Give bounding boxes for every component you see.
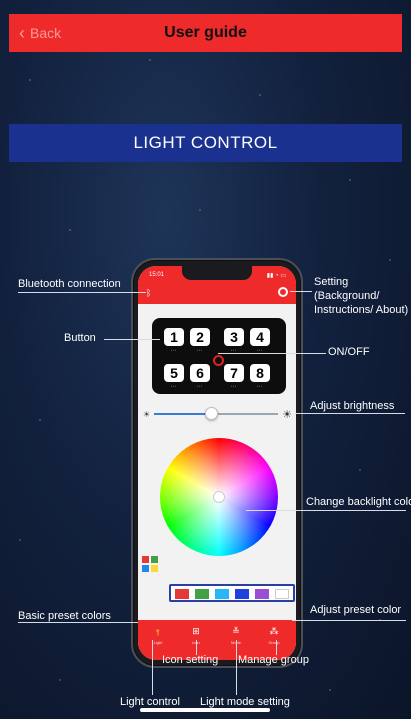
annotation-bluetooth: Bluetooth connection <box>18 278 121 290</box>
light-mode-icon: ≚ <box>232 626 240 636</box>
leader-line <box>246 510 406 511</box>
preset-color-swatch <box>235 589 249 599</box>
annotation-manage-group: Manage group <box>238 654 309 666</box>
key-button: 3 <box>224 328 244 346</box>
annotation-button: Button <box>64 332 96 344</box>
phone-status-time: 15:01 <box>149 272 165 278</box>
color-wheel-picker <box>213 491 225 503</box>
brightness-slider: ☀ ☀ <box>138 404 296 424</box>
leader-line <box>236 640 237 695</box>
button-panel: 1 2 3 4 ••• ••• ••• ••• 5 6 7 8 ••• ••• … <box>152 318 286 394</box>
leader-line <box>295 413 405 414</box>
leader-line <box>218 353 326 354</box>
back-button[interactable]: ‹ Back <box>19 14 61 52</box>
key-indicator: ••• <box>230 348 238 352</box>
power-icon <box>213 355 224 366</box>
bluetooth-icon: ᛒ <box>146 288 152 298</box>
leader-line <box>104 339 160 340</box>
preset-color-swatch <box>195 589 209 599</box>
group-icon: ⁂ <box>269 626 279 636</box>
preset-color-box <box>169 584 295 602</box>
back-label: Back <box>30 25 62 41</box>
key-indicator: ••• <box>256 384 264 388</box>
leader-line <box>196 640 197 655</box>
mini-color-swatch <box>150 564 158 572</box>
key-button: 2 <box>190 328 210 346</box>
page-title: User guide <box>164 24 247 41</box>
preset-color-swatch <box>275 589 289 599</box>
phone-screen: 15:01 ▮▮ ◔ ▭ ᛒ 1 2 3 4 ••• ••• ••• ••• 5… <box>138 266 296 660</box>
annotation-brightness: Adjust brightness <box>310 400 395 412</box>
tab-light: ⲯ Light <box>146 626 170 645</box>
top-navigation-bar: ‹ Back User guide <box>9 14 402 52</box>
preset-color-swatch <box>215 589 229 599</box>
leader-line <box>292 620 406 621</box>
home-indicator <box>140 708 270 712</box>
key-indicator: ••• <box>256 348 264 352</box>
phone-notch <box>182 266 252 280</box>
mini-color-swatch <box>142 564 149 572</box>
mini-color-swatch <box>150 556 158 563</box>
brightness-low-icon: ☀ <box>143 409 151 419</box>
annotation-adjust-preset: Adjust preset color <box>310 604 402 616</box>
section-banner: LIGHT CONTROL <box>9 124 402 162</box>
annotation-setting-3: Instructions/ About) <box>314 304 409 316</box>
key-button: 1 <box>164 328 184 346</box>
leader-line <box>18 622 138 623</box>
leader-line <box>152 640 153 695</box>
slider-thumb <box>204 407 218 420</box>
annotation-setting-1: Setting <box>314 276 349 288</box>
key-button: 4 <box>250 328 270 346</box>
key-indicator: ••• <box>170 384 178 388</box>
light-control-icon: ⲯ <box>155 626 161 636</box>
grid-icon: ⊞ <box>192 626 200 636</box>
tab-label: Light <box>153 640 163 645</box>
key-indicator: ••• <box>196 384 204 388</box>
tab-label: Group <box>268 640 280 645</box>
key-indicator: ••• <box>230 384 238 388</box>
chevron-left-icon: ‹ <box>19 22 25 43</box>
phone-illustration: 15:01 ▮▮ ◔ ▭ ᛒ 1 2 3 4 ••• ••• ••• ••• 5… <box>131 258 303 668</box>
leader-line <box>276 640 277 655</box>
tab-group: ⁂ Group <box>262 626 286 645</box>
preset-color-swatch <box>175 589 189 599</box>
annotation-icon-setting: Icon setting <box>162 654 219 666</box>
mini-color-swatch <box>142 556 149 563</box>
key-indicator: ••• <box>170 348 178 352</box>
gear-icon <box>278 287 288 297</box>
mini-color-grid <box>142 556 158 572</box>
annotation-on-off: ON/OFF <box>328 346 370 358</box>
banner-title: LIGHT CONTROL <box>133 133 278 152</box>
key-button: 6 <box>190 364 210 382</box>
key-button: 7 <box>224 364 244 382</box>
annotation-backlight: Change backlight colo <box>306 496 411 508</box>
brightness-high-icon: ☀ <box>282 408 292 421</box>
annotation-setting-2: (Background/ <box>314 290 380 302</box>
slider-fill <box>154 413 211 415</box>
key-button: 8 <box>250 364 270 382</box>
signal-icon: ▮▮ ◔ ▭ <box>266 273 286 279</box>
preset-color-row <box>138 584 296 602</box>
preset-color-swatch <box>255 589 269 599</box>
leader-line <box>290 291 312 292</box>
leader-line <box>18 292 146 293</box>
key-indicator: ••• <box>196 348 204 352</box>
key-button: 5 <box>164 364 184 382</box>
